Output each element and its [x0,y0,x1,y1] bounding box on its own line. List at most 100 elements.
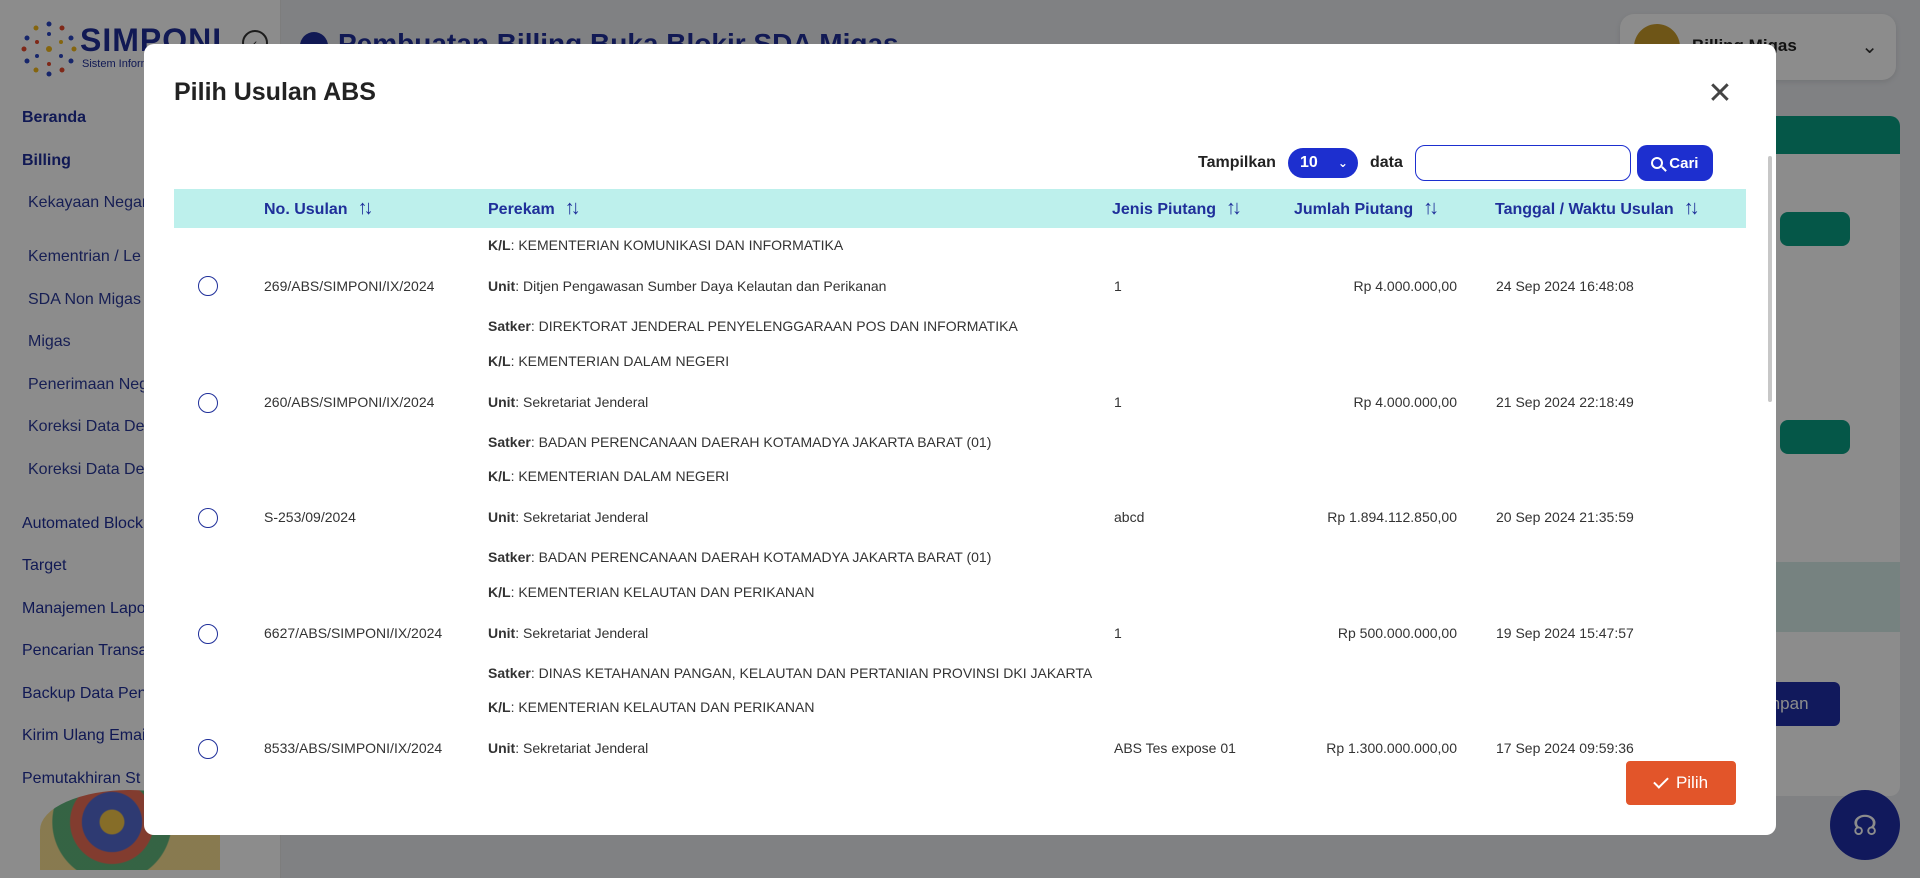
unit-cell: Unit: Ditjen Pengawasan Sumber Daya Kela… [488,278,886,294]
table-row[interactable]: K/L: KEMENTERIAN DALAM NEGERI 260/ABS/SI… [174,345,1746,462]
tanggal-cell: 21 Sep 2024 22:18:49 [1496,393,1634,410]
unit-label: Unit [488,278,516,294]
jenis-piutang-cell: 1 [1114,278,1122,294]
modal-title: Pilih Usulan ABS [174,78,376,106]
jumlah-piutang-cell: Rp 4.000.000,00 [1353,393,1457,410]
table-body: K/L: KEMENTERIAN KOMUNIKASI DAN INFORMAT… [174,228,1746,811]
column-header-jumlah-piutang[interactable]: Jumlah Piutang ↑↓ [1294,189,1439,228]
column-label: No. Usulan [264,201,348,218]
satker-value: : DIREKTORAT JENDERAL PENYELENGGARAAN PO… [530,318,1018,334]
column-header-no-usulan[interactable]: No. Usulan ↑↓ [264,189,374,228]
column-label: Jenis Piutang [1112,201,1217,218]
jumlah-piutang-cell: Rp 1.894.112.850,00 [1327,509,1457,525]
kl-cell: K/L: KEMENTERIAN KELAUTAN DAN PERIKANAN [488,584,814,600]
column-label: Tanggal / Waktu Usulan [1495,201,1674,218]
column-header-perekam[interactable]: Perekam ↑↓ [488,189,581,228]
tanggal-cell: 17 Sep 2024 09:59:36 [1496,740,1634,756]
kl-label: K/L [488,699,511,715]
search-icon [1651,157,1664,169]
row-radio[interactable] [198,508,218,528]
satker-label: Satker [488,318,531,334]
unit-label: Unit [488,740,516,756]
page-size-value: 10 [1299,154,1318,171]
no-usulan-cell: 269/ABS/SIMPONI/IX/2024 [264,278,435,294]
sort-icon: ↑↓ [1683,197,1700,219]
data-label: data [1369,154,1403,171]
unit-cell: Unit: Sekretariat Jenderal [488,394,648,410]
satker-cell: Satker: DIREKTORAT JENDERAL PENYELENGGAR… [488,318,1018,334]
column-header-tanggal[interactable]: Tanggal / Waktu Usulan ↑↓ [1495,189,1700,228]
satker-label: Satker [488,549,531,565]
unit-value: : Sekretariat Jenderal [515,624,649,641]
search-input[interactable] [1414,145,1631,181]
row-radio[interactable] [198,392,218,413]
kl-value: : KEMENTERIAN DALAM NEGERI [510,468,730,484]
unit-cell: Unit: Sekretariat Jenderal [488,740,648,756]
satker-value: : BADAN PERENCANAAN DAERAH KOTAMADYA JAK… [530,549,992,565]
jenis-piutang-cell: 1 [1114,393,1122,410]
column-label: Perekam [488,201,555,218]
usulan-table: No. Usulan ↑↓ Perekam ↑↓ Jenis Piutang ↑↓ J… [174,189,1746,811]
page-size-select[interactable]: 10 ⌄ [1287,148,1358,178]
sort-icon: ↑↓ [1226,197,1242,219]
table-row[interactable]: K/L: KEMENTERIAN KOMUNIKASI DAN INFORMAT… [174,228,1746,345]
unit-label: Unit [488,509,516,525]
satker-cell: Satker: DINAS KETAHANAN PANGAN, KELAUTAN… [488,665,1092,681]
table-row[interactable]: K/L: KEMENTERIAN DALAM NEGERI S-253/09/2… [174,461,1746,578]
column-header-jenis-piutang[interactable]: Jenis Piutang ↑↓ [1112,189,1242,228]
table-header: No. Usulan ↑↓ Perekam ↑↓ Jenis Piutang ↑↓ J… [174,189,1746,228]
kl-cell: K/L: KEMENTERIAN KELAUTAN DAN PERIKANAN [488,699,814,715]
satker-value: : BADAN PERENCANAAN DAERAH KOTAMADYA JAK… [530,433,992,450]
tanggal-cell: 24 Sep 2024 16:48:08 [1496,278,1634,294]
kl-value: : KEMENTERIAN DALAM NEGERI [510,352,730,369]
column-label: Jumlah Piutang [1294,201,1414,218]
row-radio[interactable] [198,739,218,759]
table-row[interactable]: K/L: KEMENTERIAN KELAUTAN DAN PERIKANAN … [174,694,1746,811]
satker-cell: Satker: BADAN PERENCANAAN DAERAH KOTAMAD… [488,434,991,450]
unit-cell: Unit: Sekretariat Jenderal [488,509,648,525]
search-button[interactable]: Cari [1636,145,1713,181]
sort-icon: ↑↓ [564,197,581,219]
kl-value: : KEMENTERIAN KELAUTAN DAN PERIKANAN [510,583,815,600]
satker-label: Satker [488,433,531,450]
jumlah-piutang-cell: Rp 4.000.000,00 [1353,278,1457,294]
jenis-piutang-cell: 1 [1114,624,1122,641]
tanggal-cell: 20 Sep 2024 21:35:59 [1496,509,1634,525]
search-button-label: Cari [1669,154,1699,172]
pilih-button[interactable]: Pilih [1626,761,1736,805]
row-radio[interactable] [198,623,218,644]
kl-value: : KEMENTERIAN KOMUNIKASI DAN INFORMATIKA [510,237,844,253]
satker-label: Satker [488,664,531,681]
sort-icon: ↑↓ [1423,197,1439,219]
satker-cell: Satker: BADAN PERENCANAAN DAERAH KOTAMAD… [488,549,991,565]
close-button[interactable]: ✕ [1704,77,1736,112]
close-icon: ✕ [1707,77,1733,110]
kl-label: K/L [488,237,511,253]
kl-label: K/L [488,583,511,600]
sort-icon: ↑↓ [357,197,374,219]
no-usulan-cell: 6627/ABS/SIMPONI/IX/2024 [264,624,443,641]
kl-cell: K/L: KEMENTERIAN KOMUNIKASI DAN INFORMAT… [488,237,843,253]
unit-value: : Sekretariat Jenderal [515,393,649,410]
unit-value: : Sekretariat Jenderal [515,740,649,756]
unit-label: Unit [488,624,516,641]
unit-label: Unit [488,393,516,410]
unit-cell: Unit: Sekretariat Jenderal [488,625,648,641]
kl-cell: K/L: KEMENTERIAN DALAM NEGERI [488,468,729,484]
table-controls: Tampilkan 10 ⌄ data Cari [1198,144,1713,182]
unit-value: : Ditjen Pengawasan Sumber Daya Kelautan… [515,278,887,294]
no-usulan-cell: S-253/09/2024 [264,509,356,525]
check-icon [1653,773,1669,789]
show-label: Tampilkan [1198,154,1276,171]
no-usulan-cell: 260/ABS/SIMPONI/IX/2024 [264,393,435,410]
satker-value: : DINAS KETAHANAN PANGAN, KELAUTAN DAN P… [530,664,1093,681]
row-radio[interactable] [198,276,218,296]
table-row[interactable]: K/L: KEMENTERIAN KELAUTAN DAN PERIKANAN … [174,578,1746,695]
tanggal-cell: 19 Sep 2024 15:47:57 [1496,624,1634,641]
jumlah-piutang-cell: Rp 1.300.000.000,00 [1326,740,1457,756]
modal-scrollbar[interactable] [1768,156,1772,402]
kl-cell: K/L: KEMENTERIAN DALAM NEGERI [488,353,729,369]
kl-label: K/L [488,468,511,484]
no-usulan-cell: 8533/ABS/SIMPONI/IX/2024 [264,740,443,756]
jenis-piutang-cell: abcd [1114,509,1145,525]
